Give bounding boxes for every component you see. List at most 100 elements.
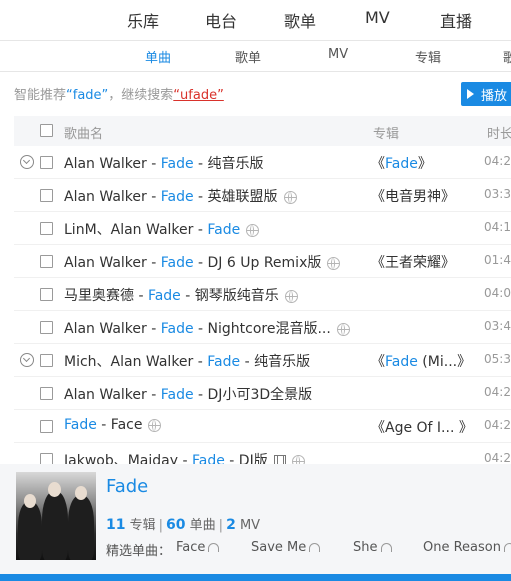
song-album[interactable]: 《电音男神》: [371, 186, 455, 206]
mv-count[interactable]: 2: [226, 517, 236, 533]
song-duration: 03:3: [484, 187, 511, 201]
song-row[interactable]: Alan Walker - Fade - 纯音乐版 《Fade》 04:2: [14, 146, 511, 179]
song-checkbox[interactable]: [40, 354, 53, 367]
select-all-checkbox[interactable]: [40, 124, 53, 137]
song-duration: 04:1: [484, 220, 511, 234]
song-row[interactable]: 马里奥赛德 - Fade - 钢琴版纯音乐 04:0: [14, 278, 511, 311]
song-checkbox[interactable]: [40, 420, 53, 433]
song-checkbox[interactable]: [40, 222, 53, 235]
song-row[interactable]: Fade - Face 《Age Of I... 》 04:2: [14, 410, 511, 443]
nav-item-live[interactable]: 直播: [440, 8, 472, 32]
tab-albums[interactable]: 专辑: [415, 47, 441, 66]
column-song[interactable]: 歌曲名: [64, 123, 103, 142]
song-title[interactable]: Mich、Alan Walker - Fade - 纯音乐版: [64, 351, 310, 371]
song-duration: 04:2: [484, 418, 511, 432]
song-row[interactable]: Alan Walker - Fade - DJ小可3D全景版 04:2: [14, 377, 511, 410]
globe-icon: [336, 322, 350, 336]
column-duration[interactable]: 时长: [487, 123, 511, 142]
song-checkbox[interactable]: [40, 156, 53, 169]
artist-photo[interactable]: [16, 472, 96, 560]
tab-playlists[interactable]: 歌单: [235, 47, 261, 66]
song-keyword: Fade: [160, 156, 194, 172]
song-title[interactable]: Alan Walker - Fade - DJ 6 Up Remix版: [64, 252, 341, 272]
title-separator: -: [193, 354, 208, 370]
song-title[interactable]: Alan Walker - Fade - 英雄联盟版: [64, 186, 297, 206]
featured-song[interactable]: One Reason: [423, 540, 511, 555]
song-album[interactable]: 《Fade (Mi...》: [371, 351, 471, 371]
nav-item-mv[interactable]: MV: [365, 8, 390, 27]
tab-mv[interactable]: MV: [328, 47, 348, 62]
song-album[interactable]: 《Age Of I... 》: [371, 417, 473, 437]
song-checkbox[interactable]: [40, 321, 53, 334]
nav-item-playlist[interactable]: 歌单: [284, 8, 316, 32]
headphone-icon: [503, 543, 511, 552]
artist-name[interactable]: Fade: [106, 476, 148, 497]
song-duration: 04:2: [484, 385, 511, 399]
song-title[interactable]: 马里奥赛德 - Fade - 钢琴版纯音乐: [64, 285, 298, 305]
song-version: - DJ小可3D全景版: [193, 387, 313, 403]
headphone-icon: [380, 543, 392, 552]
mv-label[interactable]: MV: [240, 518, 260, 533]
expand-versions-icon[interactable]: [20, 353, 34, 367]
search-suggestion: 智能推荐“fade”，继续搜索“ufade”: [14, 84, 224, 103]
song-keyword: Fade: [160, 189, 194, 205]
song-checkbox[interactable]: [40, 288, 53, 301]
song-version: - Face: [96, 417, 143, 433]
artist-panel: Fade 11 专辑 | 60 单曲 | 2 MV 精选单曲： Face Save Me…: [0, 464, 511, 574]
song-duration: 04:2: [484, 154, 511, 168]
albums-label[interactable]: 专辑: [130, 518, 156, 533]
song-row[interactable]: Mich、Alan Walker - Fade - 纯音乐版 《Fade (Mi.…: [14, 344, 511, 377]
play-all-label: 播放: [481, 89, 508, 104]
column-album[interactable]: 专辑: [373, 123, 399, 142]
song-row[interactable]: Alan Walker - Fade - Nightcore混音版... 03:4: [14, 311, 511, 344]
song-checkbox[interactable]: [40, 387, 53, 400]
song-duration: 04:2: [484, 451, 511, 465]
globe-icon: [284, 289, 298, 303]
song-album[interactable]: 《Fade》: [371, 153, 432, 173]
albums-count[interactable]: 11: [106, 517, 125, 533]
song-list: Alan Walker - Fade - 纯音乐版 《Fade》 04:2 Alan …: [14, 146, 511, 476]
play-all-button[interactable]: 播放: [461, 82, 511, 106]
song-title[interactable]: Fade - Face: [64, 417, 162, 433]
song-version: - 纯音乐版: [193, 156, 264, 172]
song-row[interactable]: Alan Walker - Fade - DJ 6 Up Remix版 《王者荣耀…: [14, 245, 511, 278]
artist-stats: 11 专辑 | 60 单曲 | 2 MV: [106, 517, 261, 533]
song-row[interactable]: LinM、Alan Walker - Fade 04:1: [14, 212, 511, 245]
song-artist: Alan Walker: [64, 321, 147, 337]
nav-item-library[interactable]: 乐库: [127, 8, 159, 32]
expand-versions-icon[interactable]: [20, 155, 34, 169]
song-title[interactable]: Alan Walker - Fade - 纯音乐版: [64, 153, 264, 173]
title-separator: -: [146, 255, 161, 271]
singles-label[interactable]: 单曲: [190, 518, 216, 533]
song-album[interactable]: 《王者荣耀》: [371, 252, 455, 272]
song-artist: LinM、Alan Walker: [64, 222, 194, 238]
song-duration: 03:4: [484, 319, 511, 333]
singles-count[interactable]: 60: [166, 517, 185, 533]
featured-song-title: She: [353, 540, 378, 555]
song-table-header: 歌曲名 专辑 时长: [14, 116, 511, 146]
featured-song-title: One Reason: [423, 540, 501, 555]
song-title[interactable]: LinM、Alan Walker - Fade: [64, 219, 260, 239]
song-duration: 05:3: [484, 352, 511, 366]
song-title[interactable]: Alan Walker - Fade - DJ小可3D全景版: [64, 384, 312, 404]
album-text: (Mi...》: [417, 354, 472, 370]
tab-songs[interactable]: 单曲: [145, 47, 171, 66]
song-checkbox[interactable]: [40, 255, 53, 268]
song-duration: 04:0: [484, 286, 511, 300]
tab-lyrics[interactable]: 歌: [503, 47, 511, 66]
title-separator: -: [193, 222, 208, 238]
nav-item-radio[interactable]: 电台: [205, 8, 237, 32]
alt-search-link[interactable]: “ufade”: [173, 88, 224, 103]
featured-song[interactable]: Save Me: [251, 540, 321, 555]
song-keyword: Fade: [207, 222, 241, 238]
headphone-icon: [309, 543, 321, 552]
top-nav: 乐库 电台 歌单 MV 直播: [0, 0, 511, 40]
featured-song[interactable]: She: [353, 540, 392, 555]
song-title[interactable]: Alan Walker - Fade - Nightcore混音版...: [64, 318, 350, 338]
song-version: - 纯音乐版: [240, 354, 311, 370]
song-row[interactable]: Alan Walker - Fade - 英雄联盟版 《电音男神》 03:3: [14, 179, 511, 212]
song-checkbox[interactable]: [40, 189, 53, 202]
song-keyword: Fade: [147, 288, 181, 304]
featured-song[interactable]: Face: [176, 540, 220, 555]
album-text: 《: [371, 156, 385, 172]
